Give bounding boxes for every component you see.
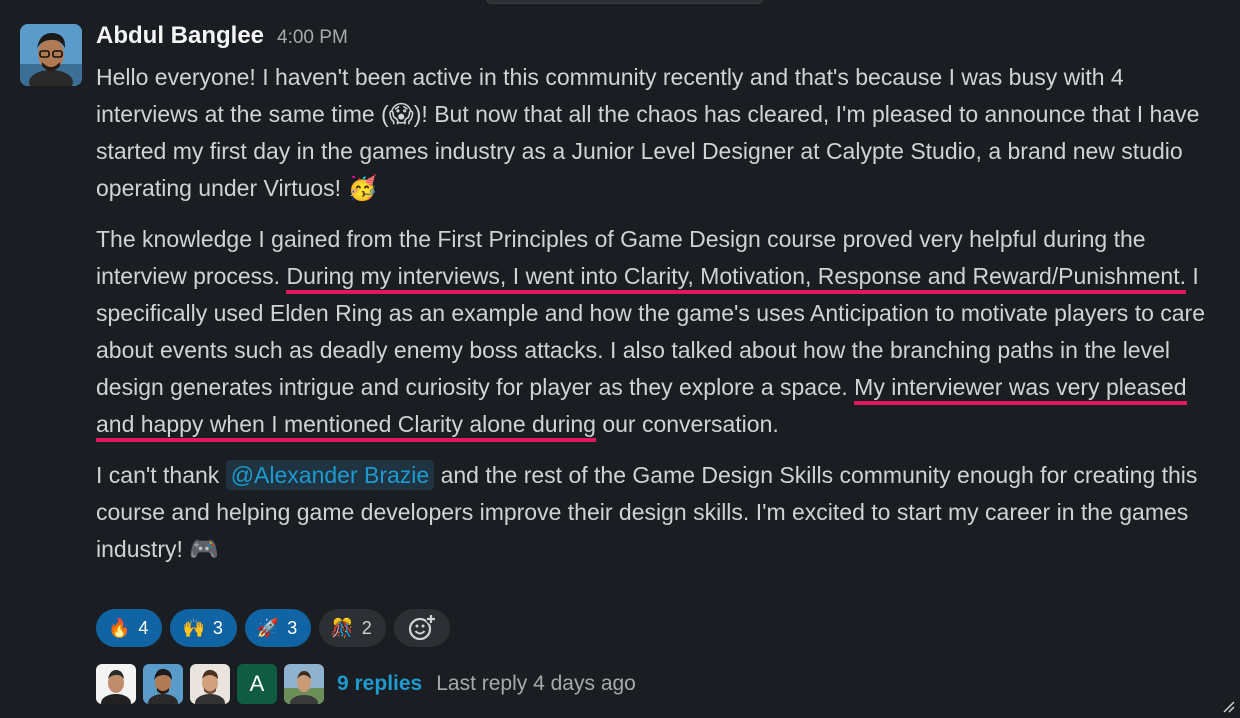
reply-avatar-letter[interactable]: A (237, 664, 277, 704)
message-body: Hello everyone! I haven't been active in… (96, 59, 1226, 582)
avatar-letter: A (249, 671, 265, 696)
reply-avatar[interactable] (96, 664, 136, 704)
user-mention-link[interactable]: @Alexander Brazie (225, 460, 435, 490)
add-emoji-icon (408, 614, 436, 641)
reaction-confetti[interactable]: 🎊 2 (319, 609, 386, 647)
paragraph-1: Hello everyone! I haven't been active in… (96, 59, 1226, 207)
message-header: Abdul Banglee 4:00 PM (96, 22, 348, 58)
rocket-icon: 🚀 (256, 617, 280, 638)
reply-avatar[interactable] (190, 664, 230, 704)
reaction-raised-hands[interactable]: 🙌 3 (170, 609, 237, 647)
reactions-bar: 🔥 4 🙌 3 🚀 3 🎊 2 (96, 609, 450, 647)
underlined-highlight-1: During my interviews, I went into Clarit… (286, 263, 1186, 294)
reaction-count: 4 (138, 617, 149, 638)
thread-summary[interactable]: A 9 replies Last reply 4 days ago (96, 664, 636, 704)
paragraph-2-text-c: our conversation. (595, 411, 779, 437)
add-reaction-button[interactable] (393, 609, 450, 647)
paragraph-3: I can't thank @Alexander Brazie and the … (96, 457, 1226, 568)
author-name[interactable]: Abdul Banglee (96, 22, 264, 50)
reply-count-link[interactable]: 9 replies (337, 672, 422, 696)
top-scroll-indicator (486, 0, 763, 4)
confetti-icon: 🎊 (331, 617, 354, 638)
game-controller-emoji-icon: 🎮 (189, 536, 220, 563)
reply-avatar[interactable] (284, 664, 324, 704)
reply-avatar[interactable] (143, 664, 183, 704)
reaction-count: 3 (287, 617, 298, 638)
message-timestamp[interactable]: 4:00 PM (277, 27, 348, 49)
party-face-emoji-icon: 🥳 (347, 175, 378, 202)
resize-corner-icon (1223, 701, 1235, 713)
fire-icon: 🔥 (108, 617, 131, 638)
reaction-rocket[interactable]: 🚀 3 (244, 609, 312, 647)
paragraph-3-text-a: I can't thank (96, 462, 226, 488)
reaction-count: 2 (361, 617, 372, 638)
last-reply-time: Last reply 4 days ago (436, 672, 636, 695)
reaction-fire[interactable]: 🔥 4 (96, 609, 163, 647)
paragraph-2: The knowledge I gained from the First Pr… (96, 221, 1226, 443)
reaction-count: 3 (212, 617, 223, 638)
scream-emoji-icon: 😱 (388, 101, 414, 128)
author-avatar[interactable] (20, 24, 82, 86)
raised-hands-icon: 🙌 (182, 617, 205, 638)
